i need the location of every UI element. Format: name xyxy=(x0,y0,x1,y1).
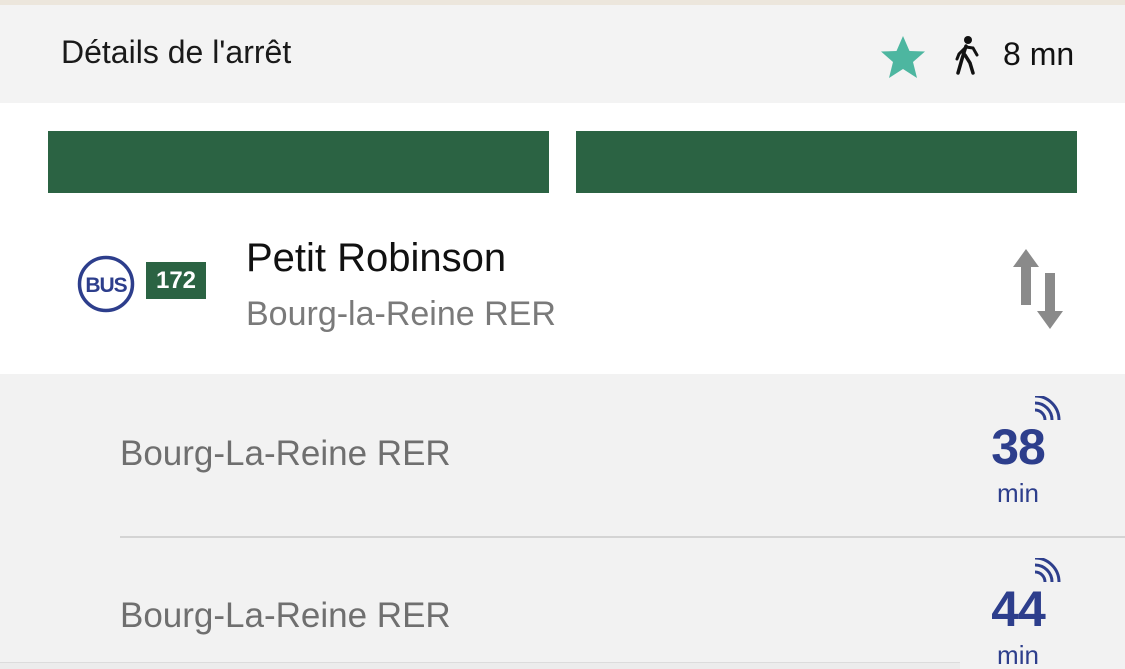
departure-destination: Bourg-La-Reine RER xyxy=(120,434,451,473)
stop-direction: Bourg-la-Reine RER xyxy=(246,295,556,333)
departures-list: Bourg-La-Reine RER 38 min Bourg-La-Reine… xyxy=(0,374,1125,669)
departure-minutes: 38 xyxy=(991,419,1046,475)
swap-direction-icon[interactable] xyxy=(1010,247,1066,331)
line-number-badge[interactable]: 172 xyxy=(146,262,206,299)
bottom-edge xyxy=(0,662,960,669)
walking-person-icon xyxy=(955,36,979,75)
page-title: Détails de l'arrêt xyxy=(61,34,292,70)
departure-minutes: 44 xyxy=(991,581,1046,637)
stop-details-screen: Détails de l'arrêt 8 mn BUS 172 Petit Ro… xyxy=(0,0,1125,669)
stop-name: Petit Robinson xyxy=(246,236,507,280)
departure-row[interactable]: Bourg-La-Reine RER 38 min xyxy=(0,374,1125,538)
line-color-bar-right xyxy=(576,131,1077,193)
line-color-bar-left xyxy=(48,131,549,193)
departure-unit: min xyxy=(997,478,1039,508)
departure-unit: min xyxy=(997,640,1039,669)
departure-destination: Bourg-La-Reine RER xyxy=(120,596,451,635)
star-icon[interactable] xyxy=(878,34,928,80)
departure-row[interactable]: Bourg-La-Reine RER 44 min xyxy=(0,536,1125,669)
header: Détails de l'arrêt 8 mn xyxy=(0,5,1125,103)
bus-icon: BUS xyxy=(77,255,135,313)
bus-mode-label: BUS xyxy=(85,274,127,297)
walk-time: 8 mn xyxy=(1003,36,1075,72)
